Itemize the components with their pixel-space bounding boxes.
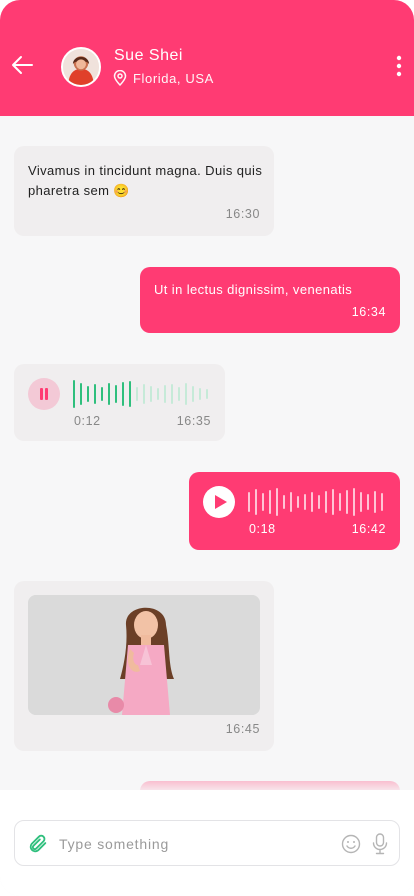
- waveform-bar: [185, 383, 187, 405]
- waveform-bar: [262, 493, 264, 511]
- waveform-bar: [115, 385, 117, 403]
- waveform-bar: [122, 382, 124, 406]
- message-outgoing-text[interactable]: Ut in lectus dignissim, venenatis 16:34: [140, 267, 400, 333]
- voice-waveform[interactable]: [73, 378, 208, 410]
- message-incoming-voice: 0:12 16:35: [14, 364, 225, 441]
- avatar[interactable]: [61, 47, 101, 87]
- pause-button[interactable]: [28, 378, 60, 410]
- waveform-bar: [101, 387, 103, 401]
- map-pin-icon: [113, 70, 127, 86]
- waveform-bar: [94, 384, 96, 404]
- waveform-bar: [255, 489, 257, 515]
- waveform-bar: [136, 387, 138, 401]
- message-time: 16:42: [351, 522, 386, 536]
- waveform-bar: [192, 386, 194, 402]
- voice-duration: 0:18: [249, 522, 276, 536]
- message-incoming-image: 16:45: [14, 581, 274, 751]
- waveform-bar: [157, 388, 159, 400]
- waveform-bar: [199, 388, 201, 400]
- photo-image: [28, 595, 260, 715]
- more-vertical-icon[interactable]: [392, 54, 406, 80]
- waveform-bar: [360, 492, 362, 512]
- waveform-bar: [325, 491, 327, 513]
- location-label: Florida, USA: [133, 70, 214, 86]
- waveform-bar: [304, 494, 306, 510]
- waveform-bar: [80, 383, 82, 405]
- smile-icon[interactable]: [341, 834, 361, 854]
- composer-field: [14, 820, 400, 866]
- waveform-bar: [311, 492, 313, 512]
- waveform-bar: [269, 490, 271, 514]
- message-time: 16:34: [351, 305, 386, 319]
- voice-duration: 0:12: [74, 414, 101, 428]
- waveform-bar: [283, 495, 285, 509]
- message-outgoing-voice: 0:18 16:42: [189, 472, 400, 550]
- waveform-bar: [353, 488, 355, 516]
- avatar-image: [63, 49, 99, 85]
- paperclip-icon[interactable]: [27, 833, 49, 855]
- waveform-bar: [339, 493, 341, 511]
- waveform-bar: [87, 386, 89, 402]
- waveform-bar: [206, 389, 208, 399]
- voice-waveform[interactable]: [248, 486, 383, 518]
- waveform-bar: [143, 384, 145, 404]
- waveform-bar: [129, 381, 131, 407]
- waveform-bar: [381, 493, 383, 511]
- chat-header: Sue Shei Florida, USA: [0, 0, 414, 116]
- microphone-icon[interactable]: [371, 832, 389, 856]
- contact-location: Florida, USA: [113, 70, 214, 86]
- chat-screen: Sue Shei Florida, USA Vivamus in tincidu…: [0, 0, 414, 896]
- waveform-bar: [332, 489, 334, 515]
- waveform-bar: [171, 384, 173, 404]
- message-photo[interactable]: [28, 595, 260, 715]
- message-time: 16:45: [225, 722, 260, 736]
- waveform-bar: [178, 387, 180, 401]
- waveform-bar: [150, 386, 152, 402]
- message-input[interactable]: [59, 831, 329, 857]
- waveform-bar: [108, 383, 110, 405]
- waveform-bar: [346, 490, 348, 514]
- waveform-bar: [297, 496, 299, 508]
- contact-name: Sue Shei: [114, 47, 183, 64]
- play-button[interactable]: [203, 486, 235, 518]
- waveform-bar: [290, 492, 292, 512]
- message-time: 16:30: [225, 207, 260, 221]
- scroll-fade: [0, 750, 414, 790]
- message-incoming-text[interactable]: Vivamus in tincidunt magna. Duis quis ph…: [14, 146, 274, 236]
- waveform-bar: [164, 385, 166, 403]
- composer-bar: [0, 790, 414, 896]
- waveform-bar: [367, 494, 369, 510]
- message-text: Ut in lectus dignissim, venenatis: [154, 282, 353, 297]
- message-time: 16:35: [176, 414, 211, 428]
- waveform-bar: [318, 495, 320, 509]
- waveform-bar: [248, 492, 250, 512]
- message-text: Vivamus in tincidunt magna. Duis quis ph…: [28, 163, 263, 198]
- arrow-left-icon[interactable]: [10, 52, 36, 78]
- waveform-bar: [276, 488, 278, 516]
- waveform-bar: [73, 380, 75, 408]
- waveform-bar: [374, 491, 376, 513]
